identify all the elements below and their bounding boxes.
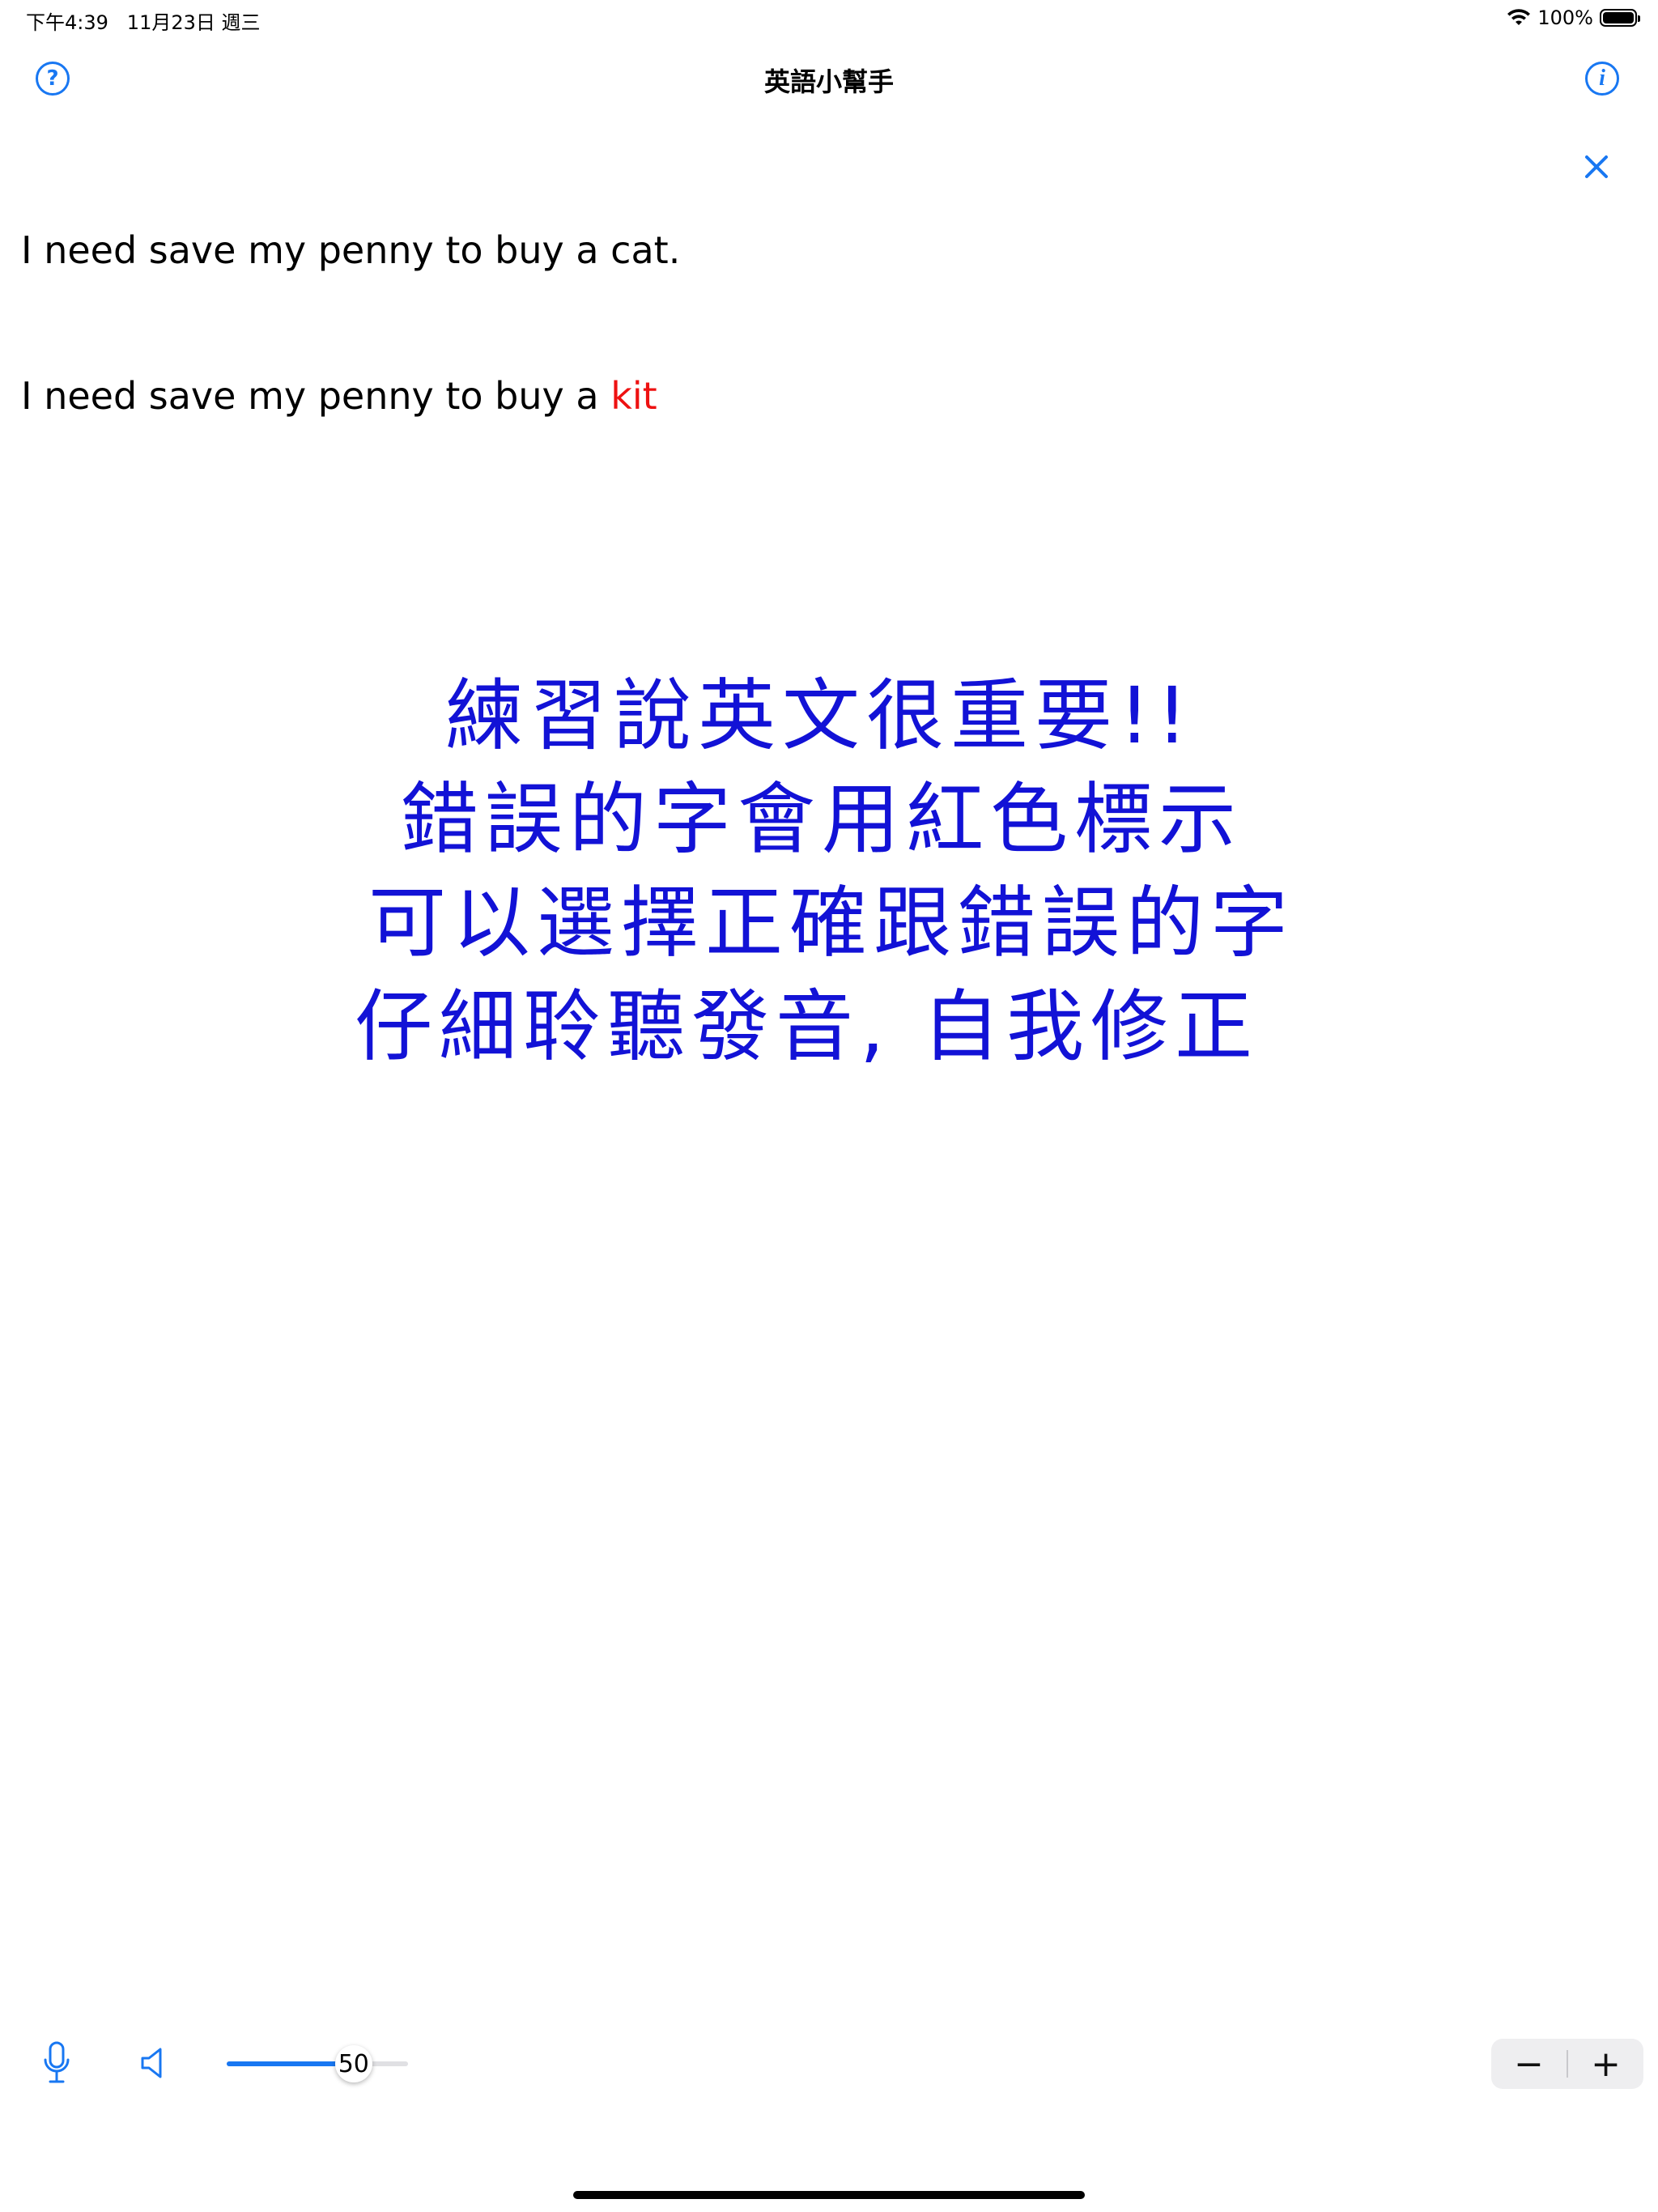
battery-fill: [1603, 12, 1634, 23]
status-time-text: 下午4:39: [26, 11, 108, 34]
slider-value: 50: [338, 2049, 369, 2078]
status-time: 下午4:39 11月23日 週三: [26, 6, 261, 35]
close-icon[interactable]: [1582, 152, 1611, 181]
increase-button[interactable]: +: [1568, 2039, 1643, 2089]
status-right: 100%: [1507, 6, 1640, 29]
instruction-text: 練習說英文很重要!! 錯誤的字會用紅色標示 可以選擇正確跟錯誤的字 仔細聆聽發音…: [324, 664, 1295, 1078]
speaker-icon[interactable]: [139, 2047, 168, 2079]
volume-slider[interactable]: 50: [225, 2045, 410, 2082]
slider-track: [227, 2061, 408, 2066]
status-date-text: 11月23日 週三: [126, 11, 261, 34]
app-screen: 下午4:39 11月23日 週三 100% ? 英語小幫手 i I need s…: [0, 0, 1658, 2212]
font-size-stepper: − +: [1491, 2039, 1643, 2089]
wrong-word[interactable]: kit: [610, 374, 657, 418]
instruction-line-4: 仔細聆聽發音, 自我修正: [355, 981, 1260, 1072]
slider-thumb[interactable]: 50: [334, 2045, 372, 2082]
home-indicator[interactable]: [573, 2191, 1085, 2199]
decrease-button[interactable]: −: [1491, 2039, 1567, 2089]
spoken-sentence-text: I need save my penny to buy a: [21, 374, 611, 418]
instruction-line-1: 練習說英文很重要!!: [445, 670, 1194, 761]
instruction-line-2: 錯誤的字會用紅色標示: [401, 774, 1243, 865]
instruction-line-3: 可以選擇正確跟錯誤的字: [368, 878, 1295, 968]
page-title: 英語小幫手: [763, 66, 894, 97]
wifi-icon: [1507, 9, 1531, 25]
info-button[interactable]: i: [1585, 62, 1619, 96]
microphone-icon[interactable]: [42, 2040, 71, 2086]
battery-icon: [1600, 9, 1640, 27]
battery-percent: 100%: [1537, 6, 1593, 29]
info-icon: i: [1599, 66, 1605, 91]
correct-sentence[interactable]: I need save my penny to buy a cat.: [21, 228, 680, 272]
spoken-sentence[interactable]: I need save my penny to buy a kit: [21, 374, 657, 418]
status-bar: 下午4:39 11月23日 週三 100%: [0, 0, 1658, 39]
